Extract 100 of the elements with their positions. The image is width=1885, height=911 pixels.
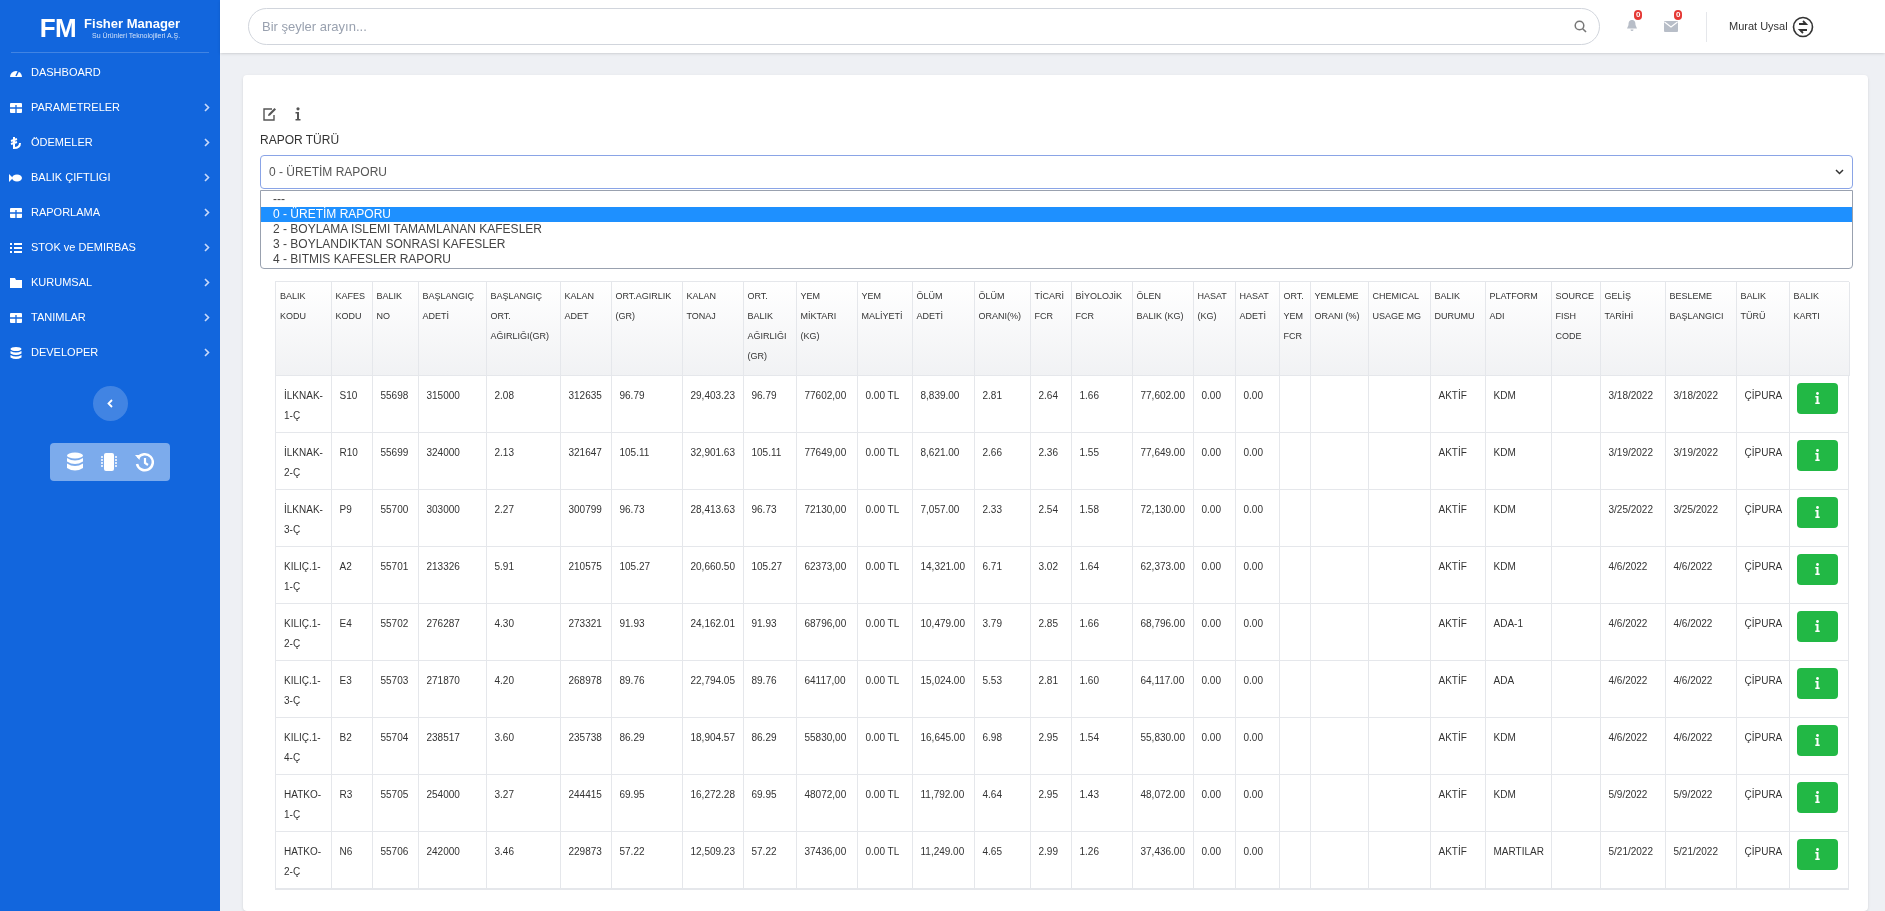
fish-card-button[interactable] (1796, 781, 1838, 813)
table-cell: 55,830.00 (1140, 731, 1185, 743)
table-cell: 2.36 (1038, 446, 1058, 458)
table-cell: 48,072.00 (1140, 788, 1185, 800)
sidebar-item[interactable]: ÖDEMELER (0, 125, 220, 160)
table-cell: 4/6/2022 (1608, 674, 1648, 686)
database-icon (9, 345, 23, 360)
table-cell: 0.00 (1243, 446, 1263, 458)
column-header: BESLEME BAŞLANGICI (1669, 291, 1724, 321)
dropdown-option[interactable]: 3 - BOYLANDIKTAN SONRASI KAFESLER (261, 237, 1852, 252)
sidebar-item[interactable]: BALIK ÇIFTLIGI (0, 160, 220, 195)
table-cell: 5/9/2022 (1673, 788, 1713, 800)
table-cell: N6 (339, 845, 353, 857)
search-field[interactable]: Bir şeyler arayın... (248, 8, 1600, 45)
sidebar-item[interactable]: KURUMSAL (0, 265, 220, 300)
column-header: CHEMICAL USAGE MG (1372, 291, 1421, 321)
user-logo-icon[interactable] (1791, 15, 1814, 38)
table-cell: 0.00 (1201, 389, 1221, 401)
table-cell: 1.43 (1079, 788, 1099, 800)
table-cell: 3/18/2022 (1673, 389, 1718, 401)
table-cell: 2.85 (1038, 617, 1058, 629)
table-cell: AKTİF (1438, 389, 1467, 401)
dropdown-option[interactable]: 2 - BOYLAMA ISLEMI TAMAMLANAN KAFESLER (261, 222, 1852, 237)
table-cell: 2.81 (1038, 674, 1058, 686)
table-cell: 105.27 (751, 560, 783, 572)
info-icon (1814, 848, 1820, 860)
edit-button[interactable] (262, 107, 277, 121)
table-cell: 5/21/2022 (1673, 845, 1718, 857)
table-cell: 4.20 (494, 674, 514, 686)
table-cell: R10 (339, 446, 358, 458)
sidebar-item[interactable]: PARAMETRELER (0, 90, 220, 125)
chevron-right-icon (204, 348, 210, 357)
table-cell: İLKNAK-3-Ç (284, 503, 323, 535)
column-header: BALIK TÜRÜ (1740, 291, 1766, 321)
column-header: KAFES KODU (335, 291, 365, 321)
table-cell: 0.00 (1201, 674, 1221, 686)
table-cell: ADA-1 (1493, 617, 1523, 629)
table-cell: ÇİPURA (1744, 389, 1783, 401)
table-cell: 8,621.00 (920, 446, 960, 458)
table-cell: 273321 (568, 617, 602, 629)
info-button[interactable] (295, 107, 301, 121)
table-cell: 5.53 (982, 674, 1002, 686)
sidebar-item[interactable]: DEVELOPER (0, 335, 220, 370)
dropdown-option[interactable]: --- (261, 192, 1852, 207)
fish-card-button[interactable] (1796, 382, 1838, 414)
fish-card-button[interactable] (1796, 724, 1838, 756)
table-cell: 0.00 TL (865, 446, 900, 458)
fish-card-button[interactable] (1796, 496, 1838, 528)
database-icon (66, 452, 84, 472)
table-cell: KDM (1493, 389, 1516, 401)
table-cell: 0.00 TL (865, 845, 900, 857)
table-cell: 2.66 (982, 446, 1002, 458)
table-cell: 4/6/2022 (1608, 617, 1648, 629)
table-cell: 0.00 (1201, 617, 1221, 629)
chevron-down-icon (1835, 169, 1844, 175)
table-cell: ÇİPURA (1744, 674, 1783, 686)
table-cell: 3/25/2022 (1608, 503, 1653, 515)
info-icon (1814, 506, 1820, 518)
report-type-select[interactable]: 0 - ÜRETİM RAPORU (260, 155, 1853, 189)
table-cell: 3.02 (1038, 560, 1058, 572)
dropdown-option[interactable]: 4 - BITMIS KAFESLER RAPORU (261, 252, 1852, 267)
column-header: BALIK KODU (280, 291, 306, 321)
table-cell: 28,413.63 (690, 503, 735, 515)
column-header: TİCARİ FCR (1034, 291, 1064, 321)
table-cell: 77602,00 (804, 389, 847, 401)
table-cell: 89.76 (619, 674, 645, 686)
fish-card-button[interactable] (1796, 439, 1838, 471)
table-cell: 210575 (568, 560, 602, 572)
table-cell: 105.27 (619, 560, 651, 572)
table-cell: 2.95 (1038, 788, 1058, 800)
collapse-button[interactable] (92, 386, 128, 421)
sidebar-item[interactable]: DASHBOARD (0, 55, 220, 90)
table-cell: 1.54 (1079, 731, 1099, 743)
table-cell: AKTİF (1438, 560, 1467, 572)
table-cell: 69.95 (619, 788, 645, 800)
fish-card-button[interactable] (1796, 838, 1838, 870)
column-header: ORT.AGIRLIK (GR) (615, 291, 672, 321)
sidebar-item[interactable]: RAPORLAMA (0, 195, 220, 230)
dropdown-option[interactable]: 0 - ÜRETİM RAPORU (261, 207, 1852, 222)
message-count: 0 (1674, 9, 1683, 20)
sidebar-item[interactable]: TANIMLAR (0, 300, 220, 335)
table-cell: 55702 (380, 617, 409, 629)
messages-button[interactable] (1664, 20, 1678, 32)
fish-card-button[interactable] (1796, 553, 1838, 585)
notifications-button[interactable] (1626, 18, 1638, 32)
sidebar-item[interactable]: STOK ve DEMIRBAS (0, 230, 220, 265)
table-cell: AKTİF (1438, 845, 1467, 857)
user-name[interactable]: Murat Uysal (1729, 18, 1788, 35)
fish-card-button[interactable] (1796, 667, 1838, 699)
table-cell: 321647 (568, 446, 602, 458)
table-cell: 0.00 TL (865, 617, 900, 629)
table-cell: 0.00 TL (865, 674, 900, 686)
table-cell: 69.95 (751, 788, 777, 800)
fish-card-button[interactable] (1796, 610, 1838, 642)
table-cell: 2.81 (982, 389, 1002, 401)
table-cell: 0.00 TL (865, 788, 900, 800)
table-cell: 55700 (380, 503, 409, 515)
table-cell: 64,117.00 (1140, 674, 1185, 686)
grid-icon (9, 205, 23, 220)
grid-icon (9, 310, 23, 325)
